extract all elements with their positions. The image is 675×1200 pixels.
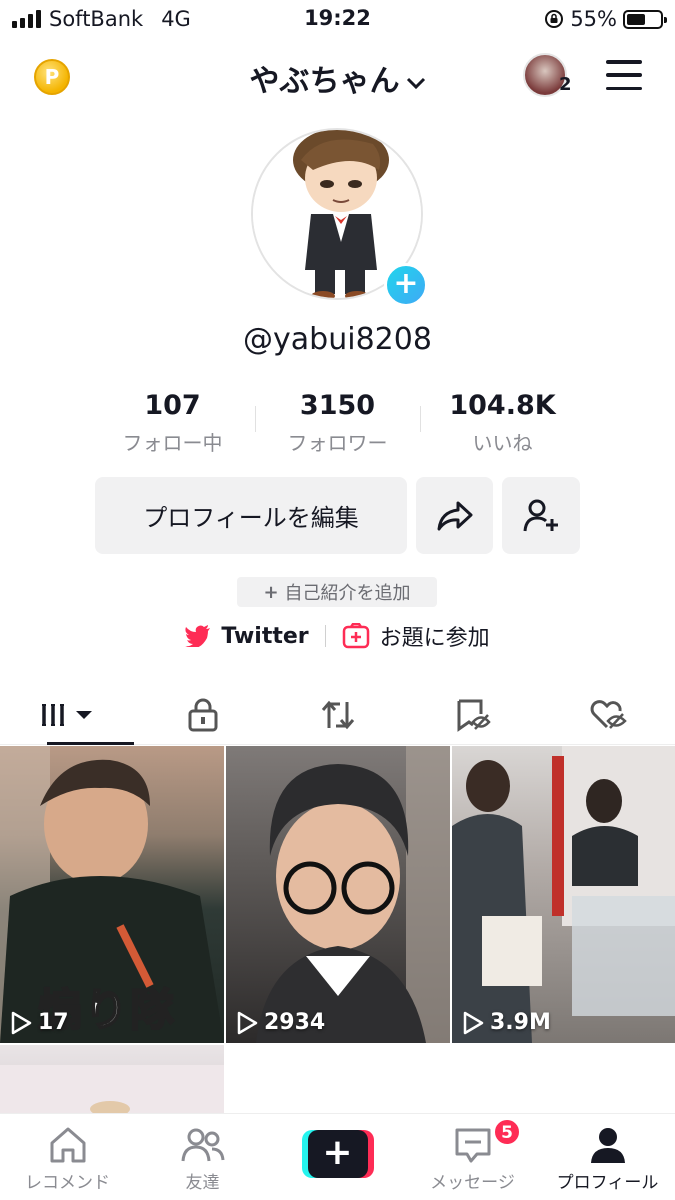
home-icon — [50, 1127, 85, 1163]
bookmark-hidden-icon — [457, 699, 491, 732]
tab-liked[interactable] — [540, 685, 675, 744]
menu-icon[interactable] — [606, 60, 642, 90]
account-count: 2 — [559, 74, 572, 95]
tab-favorites[interactable] — [405, 685, 540, 744]
plus-icon: + — [263, 581, 279, 603]
view-count: 3.9M — [462, 1010, 551, 1035]
stat-label: いいね — [472, 431, 533, 455]
twitter-icon — [185, 625, 211, 647]
view-count-value: 17 — [38, 1010, 69, 1035]
stat-value: 3150 — [299, 390, 376, 421]
nav-label: レコメンド — [25, 1173, 110, 1193]
nav-profile[interactable]: プロフィール — [540, 1114, 675, 1200]
challenge-icon — [342, 623, 369, 649]
add-avatar-button[interactable]: + — [384, 263, 428, 307]
edit-profile-button[interactable]: プロフィールを編集 — [95, 477, 407, 554]
battery-icon — [623, 9, 667, 29]
status-bar: SoftBank 4G 19:22 55% — [0, 0, 675, 38]
play-icon — [11, 1011, 32, 1034]
nav-label: 友達 — [185, 1173, 220, 1193]
header-username: やぶちゃん — [249, 64, 400, 99]
stat-following[interactable]: 107 フォロー中 — [90, 390, 255, 456]
tab-videos[interactable] — [0, 685, 135, 745]
nav-friends[interactable]: 友達 — [135, 1114, 270, 1200]
profile-stats: 107 フォロー中 3150 フォロワー 104.8K いいね — [90, 390, 585, 456]
challenge-link[interactable]: お題に参加 — [380, 620, 490, 652]
repost-icon — [321, 700, 354, 729]
bottom-nav: レコメンド 友達 + 5 メッセージ プロフィール — [0, 1113, 675, 1200]
message-badge: 5 — [493, 1118, 521, 1146]
view-count: 2934 — [236, 1010, 325, 1035]
stat-value: 104.8K — [449, 390, 556, 421]
nav-create[interactable]: + — [270, 1114, 405, 1200]
status-right: 55% — [544, 7, 667, 31]
add-friend-icon — [523, 499, 558, 531]
grid-icon — [41, 703, 92, 726]
play-icon — [237, 1011, 258, 1034]
thumbnail-image — [0, 1065, 224, 1115]
nav-home[interactable]: レコメンド — [0, 1114, 135, 1200]
tab-reposts[interactable] — [270, 685, 405, 744]
play-icon — [463, 1011, 484, 1034]
create-button[interactable]: + — [301, 1130, 374, 1178]
add-bio-button[interactable]: + 自己紹介を追加 — [237, 577, 437, 607]
video-thumbnail[interactable]: 煽り隊 17 — [0, 746, 224, 1043]
friends-icon — [181, 1128, 224, 1162]
orientation-lock-icon — [545, 10, 564, 28]
profile-icon — [590, 1128, 625, 1163]
lock-icon — [188, 698, 217, 731]
tab-private[interactable] — [135, 685, 270, 744]
link-divider — [324, 625, 326, 647]
nav-label: メッセージ — [430, 1173, 515, 1193]
share-profile-button[interactable] — [416, 477, 493, 554]
stat-label: フォロー中 — [122, 431, 223, 455]
video-thumbnail[interactable] — [0, 1045, 224, 1115]
video-thumbnail[interactable]: 2934 — [226, 746, 450, 1043]
battery-percent: 55% — [570, 7, 617, 31]
stat-value: 107 — [144, 390, 201, 421]
stat-label: フォロワー — [287, 431, 388, 455]
thumbnail-image — [256, 746, 450, 1043]
plus-icon: + — [307, 1130, 368, 1178]
view-count-value: 2934 — [264, 1010, 326, 1035]
view-count: 17 — [10, 1010, 69, 1035]
add-bio-label: 自己紹介を追加 — [284, 583, 411, 604]
chevron-down-icon — [406, 77, 425, 89]
stat-likes[interactable]: 104.8K いいね — [420, 390, 585, 456]
profile-links: Twitter お題に参加 — [0, 620, 675, 652]
message-icon — [455, 1128, 490, 1163]
video-thumbnail[interactable]: 3.9M — [452, 746, 675, 1043]
twitter-link[interactable]: Twitter — [221, 624, 308, 649]
profile-tabs — [0, 685, 675, 745]
heart-hidden-icon — [590, 699, 627, 729]
find-friends-button[interactable] — [502, 477, 580, 554]
view-count-value: 3.9M — [490, 1010, 551, 1035]
profile-handle: @yabui8208 — [243, 322, 432, 357]
thumbnail-image — [452, 746, 675, 1043]
share-icon — [437, 501, 472, 530]
nav-inbox[interactable]: 5 メッセージ — [405, 1114, 540, 1200]
stat-followers[interactable]: 3150 フォロワー — [255, 390, 420, 456]
nav-label: プロフィール — [556, 1173, 659, 1193]
account-switcher[interactable]: やぶちゃん — [0, 56, 675, 100]
